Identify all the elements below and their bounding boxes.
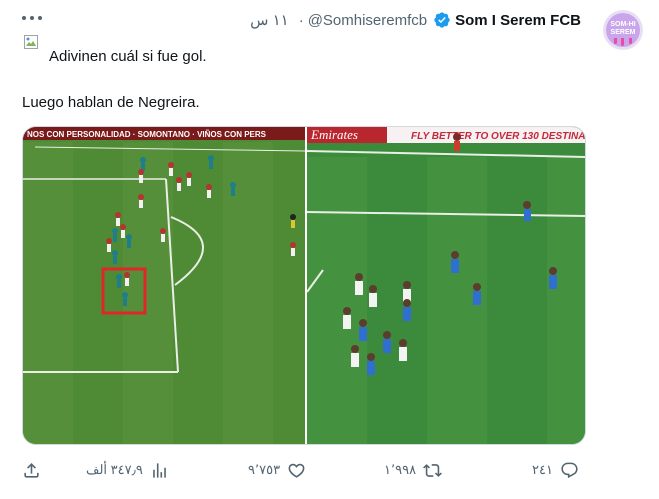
reply-button[interactable]: ٢٤١	[532, 452, 579, 488]
reply-icon	[561, 462, 578, 478]
avatar-logo-text: SOM-HI SEREM	[610, 21, 636, 36]
left-stadium-banner: NOS CON PERSONALIDAD · SOMONTANO · VIÑOS…	[27, 130, 267, 139]
tweet-text-line-2: Luego hablan de Negreira.	[22, 94, 200, 111]
avatar-drip	[621, 38, 624, 46]
author-avatar[interactable]: SOM-HI SEREM	[603, 10, 643, 50]
like-button[interactable]: ٩٬٧٥٣	[248, 452, 306, 488]
author-display-name[interactable]: Som I Serem FCB	[455, 12, 581, 29]
tweet-text-line-1: Adivinen cuál si fue gol.	[49, 48, 207, 65]
like-count: ٩٬٧٥٣	[248, 462, 281, 477]
verified-badge-icon	[434, 12, 450, 28]
heart-icon	[288, 463, 305, 478]
media-image-right[interactable]: Emirates FLY BETTER TO OVER 130 DESTINA	[307, 127, 585, 444]
media-image-left[interactable]: NOS CON PERSONALIDAD · SOMONTANO · VIÑOS…	[23, 127, 305, 444]
header-separator: ·	[298, 11, 304, 29]
broken-image-icon	[24, 35, 38, 49]
tweet-time[interactable]: ١١ س	[250, 11, 289, 29]
retweet-icon	[423, 463, 443, 477]
retweet-count: ١٬٩٩٨	[384, 462, 417, 477]
avatar-drip	[614, 38, 617, 44]
tweet-media[interactable]: NOS CON PERSONALIDAD · SOMONTANO · VIÑOS…	[22, 126, 586, 445]
right-pitch-drawing: Emirates FLY BETTER TO OVER 130 DESTINA	[307, 127, 585, 444]
more-options-icon[interactable]	[22, 14, 42, 22]
left-pitch-drawing: NOS CON PERSONALIDAD · SOMONTANO · VIÑOS…	[23, 127, 305, 444]
share-icon	[24, 462, 39, 478]
views-count: ٣٤٧٫٩ ألف	[86, 462, 143, 477]
reply-count: ٢٤١	[532, 462, 553, 477]
right-stadium-banner-left: Emirates	[310, 127, 358, 142]
tweet-actions: ٣٤٧٫٩ ألف ٩٬٧٥٣ ١٬٩٩٨ ٢٤١	[0, 452, 659, 488]
views-icon	[152, 462, 166, 478]
tweet-header: ١١ س · @Somhiseremfcb Som I Serem FCB	[250, 9, 581, 31]
retweet-button[interactable]: ١٬٩٩٨	[384, 452, 443, 488]
avatar-drip	[629, 38, 632, 44]
share-button[interactable]	[22, 452, 41, 488]
author-handle[interactable]: @Somhiseremfcb	[308, 12, 427, 29]
views-button[interactable]: ٣٤٧٫٩ ألف	[86, 452, 169, 488]
right-stadium-banner-right: FLY BETTER TO OVER 130 DESTINA	[411, 131, 585, 142]
